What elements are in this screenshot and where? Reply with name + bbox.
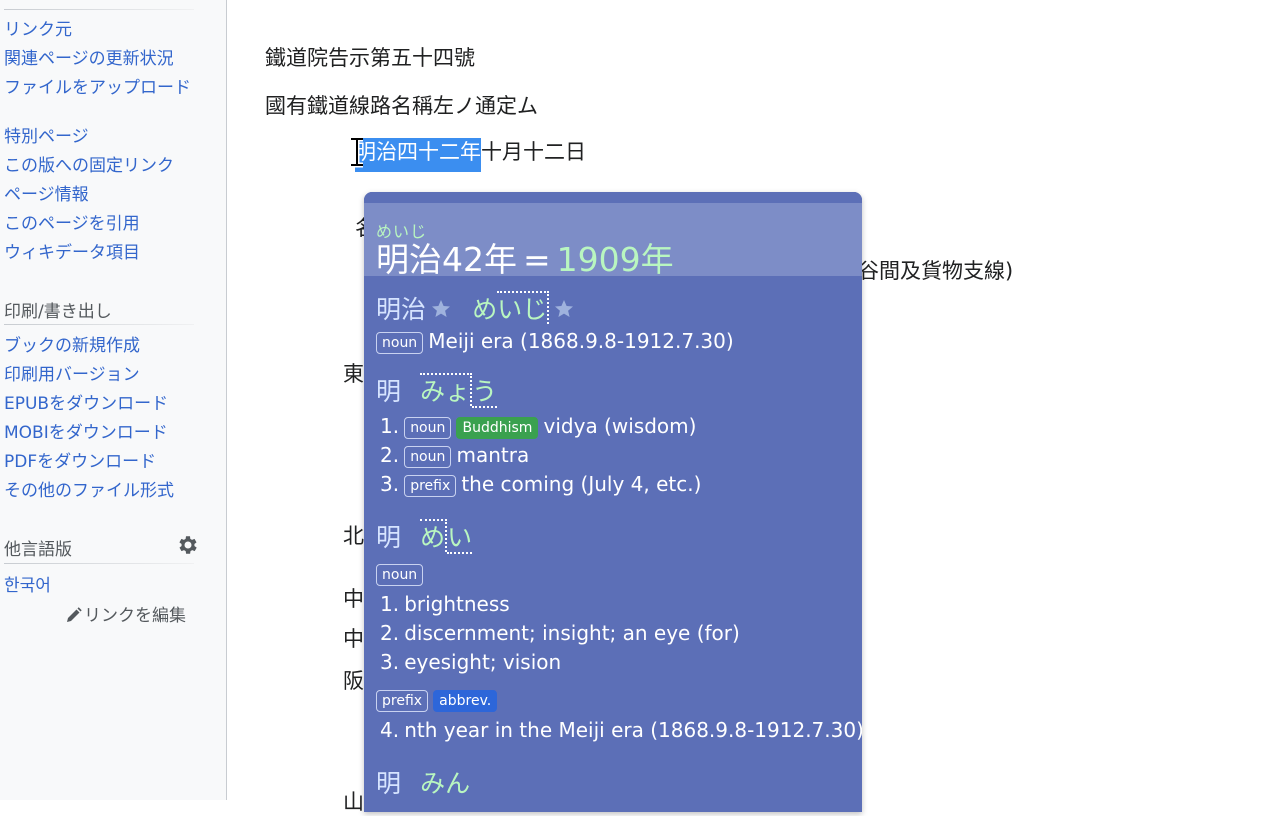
- text-cursor-icon: [351, 136, 363, 168]
- sense-number: 2.: [380, 443, 400, 467]
- sidebar-link-special-pages[interactable]: 特別ページ: [4, 127, 194, 147]
- equals-sign: =: [523, 240, 551, 279]
- popup-header: めいじ 明治42年 = 1909年: [364, 203, 862, 279]
- sidebar: リンク元 関連ページの更新状況 ファイルをアップロード 特別ページ この版への固…: [0, 0, 227, 800]
- content-line-naming: 國有鐵道線路名稱左ノ通定ム: [265, 94, 538, 118]
- sense-number: 4.: [380, 718, 400, 742]
- pos-tag: prefix: [376, 690, 429, 712]
- content-fragment: 谷間及貨物支線): [858, 259, 1014, 283]
- era-label: 明治42年: [376, 240, 517, 279]
- content-line-date[interactable]: 明治四十二年十月十二日: [355, 136, 586, 172]
- sense-row: 2. noun mantra: [380, 443, 529, 468]
- content-line-notice: 鐵道院告示第五十四號: [265, 46, 475, 70]
- field-tag: Buddhism: [456, 417, 539, 439]
- entry-reading: みん: [420, 769, 471, 798]
- entry-kanji: 明: [376, 377, 402, 406]
- sense-row: 2. discernment; insight; an eye (for): [380, 621, 740, 645]
- entry-reading: めい: [420, 519, 473, 554]
- edit-links-button[interactable]: リンクを編集: [66, 601, 186, 626]
- pos-tag: noun: [404, 417, 452, 439]
- sidebar-link-other-formats[interactable]: その他のファイル形式: [4, 481, 194, 501]
- misc-tag: abbrev.: [433, 690, 498, 712]
- entry-kanji: 明: [376, 523, 402, 552]
- sense-row: 3. eyesight; vision: [380, 650, 561, 674]
- star-icon: [555, 300, 574, 317]
- sidebar-link-related-changes[interactable]: 関連ページの更新状況: [4, 49, 194, 69]
- selected-text[interactable]: 明治四十二年: [355, 138, 481, 172]
- content-fragment: 阪: [343, 669, 364, 693]
- content-fragment: 山: [343, 790, 364, 814]
- edit-links-label: リンクを編集: [84, 606, 186, 626]
- sidebar-divider: [4, 563, 194, 564]
- entry-definition: noun Meiji era (1868.9.8-1912.7.30): [376, 329, 734, 354]
- pencil-icon: [67, 607, 82, 622]
- pos-tag: noun: [376, 332, 424, 354]
- definition-text: discernment; insight; an eye (for): [404, 621, 740, 645]
- sidebar-link-page-info[interactable]: ページ情報: [4, 185, 194, 205]
- content-fragment: 中: [343, 627, 364, 651]
- definition-text: eyesight; vision: [404, 650, 562, 674]
- era-conversion: 明治42年 = 1909年: [376, 233, 674, 281]
- sidebar-link-cite-page[interactable]: このページを引用: [4, 214, 194, 234]
- pos-tag: noun: [376, 564, 424, 586]
- definition-text: brightness: [404, 592, 510, 616]
- dictionary-popup[interactable]: めいじ 明治42年 = 1909年 明治 めいじ noun Meiji era (1…: [364, 192, 862, 812]
- sense-row: 4. nth year in the Meiji era (1868.9.8-1…: [380, 718, 862, 742]
- entry-reading: めいじ: [472, 291, 550, 324]
- sidebar-link-upload-file[interactable]: ファイルをアップロード: [4, 78, 192, 98]
- entry-kanji: 明: [376, 769, 402, 798]
- definition-text: mantra: [456, 443, 530, 467]
- date-rest-text: 十月十二日: [481, 140, 586, 164]
- western-year: 1909年: [556, 240, 674, 279]
- entry-headword: 明治 めいじ: [376, 290, 574, 326]
- entry-headword: 明 みん: [376, 764, 470, 800]
- sense-row: 3. prefix the coming (July 4, etc.): [380, 472, 701, 497]
- definition-text: the coming (July 4, etc.): [461, 472, 702, 496]
- content-fragment: 北: [343, 524, 364, 548]
- pos-tag: noun: [404, 446, 452, 468]
- sense-number: 2.: [380, 621, 400, 645]
- sidebar-heading-languages: 他言語版: [4, 540, 72, 560]
- entry-headword: 明 めい: [376, 518, 473, 554]
- gear-icon[interactable]: [176, 533, 200, 557]
- sidebar-link-printable-version[interactable]: 印刷用バージョン: [4, 365, 194, 385]
- sense-row: 1. noun Buddhism vidya (wisdom): [380, 414, 696, 439]
- content-fragment: 中: [343, 587, 364, 611]
- definition-text: nth year in the Meiji era (1868.9.8-1912…: [404, 718, 862, 742]
- sense-number: 3.: [380, 650, 400, 674]
- sidebar-divider: [4, 324, 194, 325]
- pos-tag: prefix: [404, 475, 457, 497]
- pos-tag-row: prefix abbrev.: [376, 690, 498, 712]
- definition-text: vidya (wisdom): [543, 414, 697, 438]
- sidebar-link-download-epub[interactable]: EPUBをダウンロード: [4, 394, 194, 414]
- entry-headword: 明 みょう: [376, 372, 498, 408]
- pos-tag-row: noun: [376, 564, 424, 586]
- sidebar-link-whatlinkshere[interactable]: リンク元: [4, 20, 194, 40]
- star-icon: [432, 300, 451, 317]
- sidebar-link-create-book[interactable]: ブックの新規作成: [4, 336, 194, 356]
- sense-number: 1.: [380, 414, 400, 438]
- sidebar-divider: [4, 9, 194, 10]
- sense-row: 1. brightness: [380, 592, 510, 616]
- content-fragment: 東: [343, 362, 364, 386]
- sidebar-link-download-mobi[interactable]: MOBIをダウンロード: [4, 423, 194, 443]
- sidebar-link-download-pdf[interactable]: PDFをダウンロード: [4, 452, 194, 472]
- entry-reading: みょう: [420, 373, 498, 408]
- definition-text: Meiji era (1868.9.8-1912.7.30): [428, 329, 734, 353]
- sidebar-link-wikidata-item[interactable]: ウィキデータ項目: [4, 243, 194, 263]
- sidebar-link-permanent-link[interactable]: この版への固定リンク: [4, 156, 194, 176]
- sidebar-link-lang-korean[interactable]: 한국어: [4, 576, 194, 596]
- sense-number: 1.: [380, 592, 400, 616]
- popup-topbar: [364, 192, 862, 203]
- sense-number: 3.: [380, 472, 400, 496]
- entry-kanji: 明治: [376, 295, 427, 324]
- sidebar-heading-print: 印刷/書き出し: [4, 302, 112, 322]
